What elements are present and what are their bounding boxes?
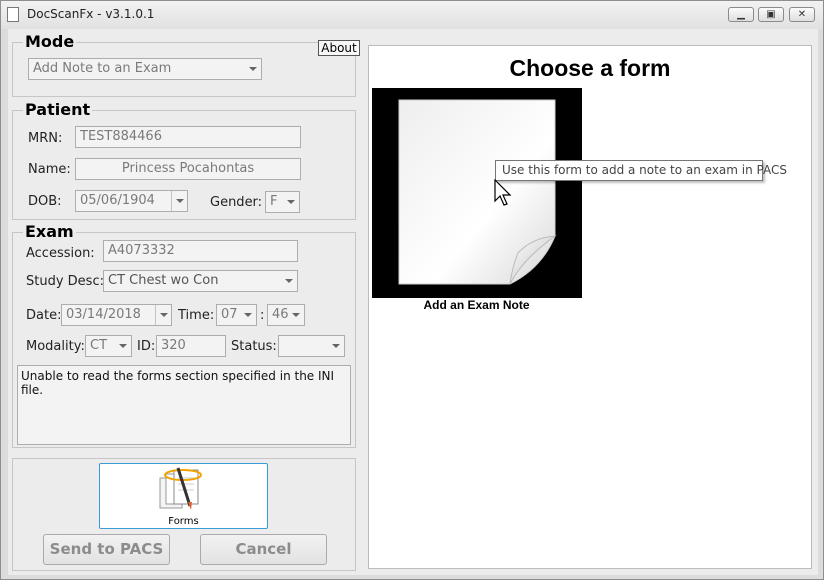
- name-label: Name:: [28, 162, 71, 177]
- cancel-button[interactable]: Cancel: [200, 534, 327, 565]
- id-label: ID:: [137, 339, 156, 354]
- chevron-down-icon: [171, 191, 187, 211]
- hour-select[interactable]: 07: [216, 304, 257, 326]
- panel-title: Choose a form: [509, 55, 671, 81]
- close-button[interactable]: ✕: [789, 7, 815, 22]
- chevron-down-icon: [281, 271, 297, 291]
- chevron-down-icon: [115, 336, 131, 356]
- time-separator: :: [260, 308, 265, 323]
- maximize-button[interactable]: ▣: [758, 7, 784, 22]
- modality-label: Modality:: [26, 339, 85, 354]
- mode-group: Mode About Add Note to an Exam: [12, 33, 360, 97]
- date-label: Date:: [26, 308, 62, 323]
- date-value: 03/14/2018: [66, 307, 141, 322]
- gender-value: F: [270, 194, 278, 209]
- client-area: Mode About Add Note to an Exam Patient M…: [8, 29, 818, 575]
- mode-group-title: Mode: [23, 32, 77, 51]
- patient-group-title: Patient: [23, 100, 93, 119]
- page-curl-icon: [398, 99, 557, 285]
- accession-field[interactable]: A4073332: [103, 240, 298, 262]
- mrn-field[interactable]: TEST884466: [75, 126, 301, 148]
- dob-label: DOB:: [28, 194, 62, 209]
- study-desc-select[interactable]: CT Chest wo Con: [103, 270, 298, 292]
- forms-button[interactable]: Forms: [99, 463, 268, 529]
- chevron-down-icon: [288, 305, 304, 325]
- mode-select-value: Add Note to an Exam: [33, 61, 172, 76]
- modality-value: CT: [90, 338, 108, 353]
- form-caption: Add an Exam Note: [423, 298, 530, 312]
- title-bar[interactable]: DocScanFx - v3.1.0.1 ▁ ▣ ✕: [1, 1, 823, 29]
- id-field[interactable]: 320: [156, 335, 226, 357]
- chevron-down-icon: [283, 192, 299, 212]
- chevron-down-icon: [245, 59, 261, 79]
- minimize-button[interactable]: ▁: [728, 7, 754, 22]
- chevron-down-icon: [328, 336, 344, 356]
- name-field[interactable]: Princess Pocahontas: [75, 158, 301, 180]
- study-desc-label: Study Desc:: [26, 274, 104, 289]
- form-thumbnail[interactable]: [372, 88, 582, 298]
- mrn-label: MRN:: [28, 131, 63, 146]
- about-button[interactable]: About: [318, 40, 360, 56]
- gender-label: Gender:: [210, 195, 263, 210]
- status-label: Status:: [231, 339, 277, 354]
- forms-icon: [159, 467, 202, 510]
- study-desc-value: CT Chest wo Con: [108, 273, 219, 288]
- forms-button-label: Forms: [168, 516, 199, 527]
- gender-select[interactable]: F: [265, 191, 300, 213]
- exam-group-title: Exam: [23, 222, 76, 241]
- mouse-pointer-icon: [494, 179, 512, 206]
- form-chooser-panel: Choose a form Add an Exam Note: [368, 45, 812, 569]
- patient-group: Patient MRN: TEST884466 Name: Princess P…: [12, 101, 356, 220]
- message-box[interactable]: Unable to read the forms section specifi…: [17, 365, 351, 445]
- dob-value: 05/06/1904: [80, 193, 155, 208]
- mode-select[interactable]: Add Note to an Exam: [28, 58, 262, 80]
- status-select[interactable]: [278, 335, 345, 357]
- chevron-down-icon: [240, 305, 256, 325]
- modality-select[interactable]: CT: [85, 335, 132, 357]
- window-title: DocScanFx - v3.1.0.1: [27, 7, 155, 21]
- minute-select[interactable]: 46: [267, 304, 305, 326]
- restore-icon: ▣: [766, 9, 776, 20]
- app-window: DocScanFx - v3.1.0.1 ▁ ▣ ✕ Mode About Ad…: [0, 0, 824, 580]
- close-icon: ✕: [797, 9, 807, 20]
- date-picker[interactable]: 03/14/2018: [61, 304, 172, 326]
- send-to-pacs-button[interactable]: Send to PACS: [43, 534, 170, 565]
- chevron-down-icon: [155, 305, 171, 325]
- time-label: Time:: [178, 308, 215, 323]
- accession-label: Accession:: [26, 246, 95, 261]
- form-tooltip: Use this form to add a note to an exam i…: [495, 160, 787, 181]
- dob-picker[interactable]: 05/06/1904: [75, 190, 188, 212]
- app-icon: [7, 7, 19, 22]
- minute-value: 46: [272, 307, 289, 322]
- minimize-icon: ▁: [737, 9, 745, 20]
- hour-value: 07: [221, 307, 238, 322]
